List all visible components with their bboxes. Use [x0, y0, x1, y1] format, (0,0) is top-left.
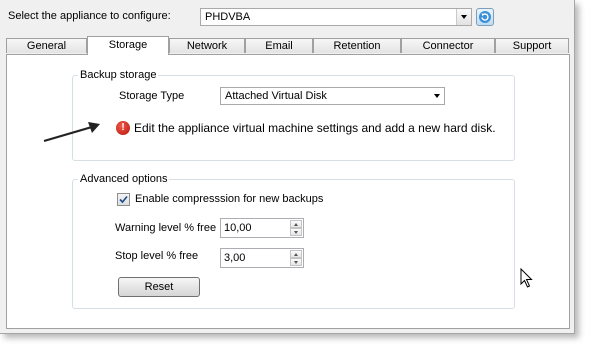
stop-level-label: Stop level % free — [115, 250, 199, 262]
spin-down-icon[interactable] — [290, 228, 302, 236]
tab-general[interactable]: General — [6, 38, 87, 53]
backup-storage-title: Backup storage — [78, 69, 159, 81]
storage-type-label: Storage Type — [119, 90, 185, 102]
storage-tab-panel: Backup storage Storage Type Attached Vir… — [6, 54, 570, 329]
chevron-down-icon[interactable] — [429, 88, 444, 104]
refresh-button[interactable] — [476, 8, 494, 26]
tab-support[interactable]: Support — [495, 38, 569, 53]
enable-compression-label[interactable]: Enable compresssion for new backups — [135, 193, 323, 205]
advanced-options-title: Advanced options — [78, 173, 170, 185]
storage-type-dropdown[interactable]: Attached Virtual Disk — [220, 87, 445, 105]
appliance-dropdown[interactable]: PHDVBA — [200, 8, 472, 26]
warning-level-value: 10,00 — [224, 222, 252, 234]
stop-level-input[interactable]: 3,00 — [220, 248, 304, 268]
storage-type-value: Attached Virtual Disk — [225, 90, 327, 102]
spin-down-icon[interactable] — [290, 258, 302, 266]
tab-network[interactable]: Network — [169, 38, 245, 53]
error-icon: ! — [116, 121, 130, 135]
tab-storage[interactable]: Storage — [87, 36, 169, 55]
appliance-selector-bar: Select the appliance to configure: PHDVB… — [0, 0, 574, 36]
backup-storage-group: Backup storage Storage Type Attached Vir… — [72, 69, 515, 161]
appliance-config-window: Select the appliance to configure: PHDVB… — [0, 0, 575, 334]
tab-email[interactable]: Email — [245, 38, 313, 53]
advanced-options-group: Advanced options Enable compresssion for… — [72, 173, 515, 309]
tab-retention[interactable]: Retention — [313, 38, 401, 53]
appliance-dropdown-value: PHDVBA — [205, 11, 251, 23]
refresh-icon — [479, 11, 491, 23]
reset-button[interactable]: Reset — [118, 277, 200, 297]
annotation-arrow-icon — [43, 122, 100, 143]
tab-strip: General Storage Network Email Retention … — [0, 36, 574, 55]
enable-compression-checkbox[interactable] — [117, 193, 130, 206]
spin-up-icon[interactable] — [290, 250, 302, 258]
select-appliance-label: Select the appliance to configure: — [8, 10, 171, 22]
warning-level-input[interactable]: 10,00 — [220, 218, 304, 238]
spin-up-icon[interactable] — [290, 220, 302, 228]
stop-level-value: 3,00 — [224, 252, 246, 264]
chevron-down-icon[interactable] — [456, 9, 471, 25]
checkmark-icon — [119, 195, 128, 204]
error-message: Edit the appliance virtual machine setti… — [134, 121, 496, 135]
mouse-cursor-icon — [520, 268, 533, 288]
warning-level-label: Warning level % free — [115, 222, 217, 234]
tab-connector[interactable]: Connector — [401, 38, 495, 53]
